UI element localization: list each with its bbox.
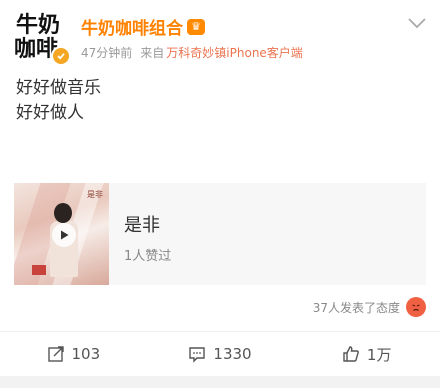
source-prefix: 来自 — [140, 46, 165, 60]
comment-count: 1330 — [213, 345, 252, 363]
album-cover-title: 是非 — [87, 190, 103, 199]
post-content: 好好做音乐 好好做人 — [16, 76, 101, 126]
post-content-line: 好好做人 — [16, 103, 84, 123]
member-crown-icon: ♛ — [187, 18, 205, 35]
comment-button[interactable]: 1330 — [147, 332, 294, 376]
music-card[interactable]: 是非 是非 1人赞过 — [14, 183, 426, 285]
username-text: 牛奶咖啡组合 — [81, 19, 183, 39]
comment-icon — [189, 347, 206, 363]
post-content-line: 好好做音乐 — [16, 78, 101, 98]
thumbs-up-icon — [343, 346, 359, 362]
angry-face-icon — [406, 297, 426, 317]
share-button[interactable]: 103 — [0, 332, 147, 376]
share-icon — [47, 346, 64, 362]
source-device-link[interactable]: 万科奇妙镇iPhone客户端 — [166, 44, 303, 61]
share-count: 103 — [71, 345, 101, 363]
chevron-down-icon[interactable] — [407, 17, 427, 29]
username-link[interactable]: 牛奶咖啡组合 ♛ — [81, 14, 205, 39]
action-bar: 103 1330 1万 — [0, 332, 440, 376]
music-card-info: 是非 1人赞过 — [109, 183, 171, 285]
reactions-summary[interactable]: 37人发表了态度 — [313, 297, 426, 317]
like-button[interactable]: 1万 — [293, 332, 440, 376]
song-likes: 1人赞过 — [124, 249, 172, 264]
verified-badge-icon — [51, 46, 71, 66]
album-cover[interactable]: 是非 — [14, 183, 109, 285]
avatar-logo-line-1: 牛奶 — [16, 12, 61, 38]
like-count: 1万 — [366, 345, 392, 364]
song-title: 是非 — [124, 215, 160, 236]
bottom-separator — [0, 376, 440, 388]
post-meta: 47分钟前 来自 万科奇妙镇iPhone客户端 — [81, 44, 303, 61]
post-time: 47分钟前 — [81, 46, 133, 60]
reactions-text: 37人发表了态度 — [312, 300, 400, 315]
play-icon[interactable] — [52, 223, 76, 247]
